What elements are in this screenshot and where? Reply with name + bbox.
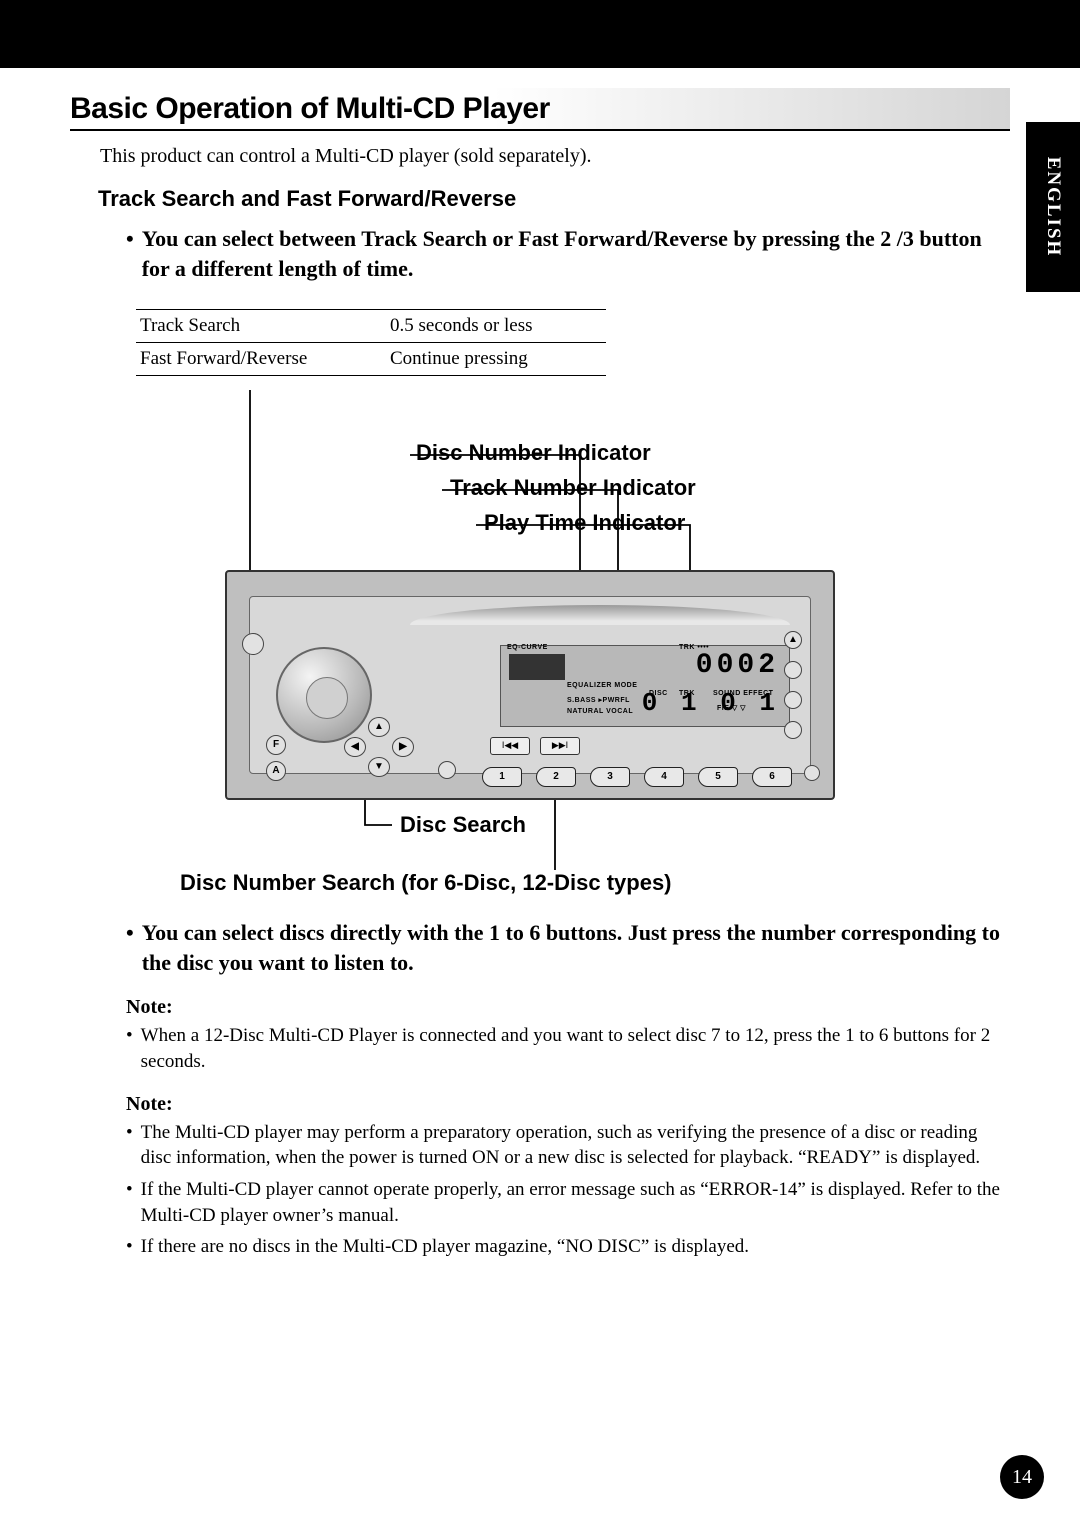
instruction-track-search: • You can select between Track Search or… (126, 224, 1010, 285)
note-text: If the Multi-CD player cannot operate pr… (141, 1177, 1010, 1228)
language-tab-label: ENGLISH (1042, 157, 1064, 258)
prev-track-button: I◀◀ (490, 737, 530, 755)
preset-buttons-row: 1 2 3 4 5 6 (482, 767, 792, 787)
preset-button-5: 5 (698, 767, 738, 787)
preset-button-6: 6 (752, 767, 792, 787)
equalizer-mode-label: EQUALIZER MODE (567, 682, 637, 689)
subheading-track-search: Track Search and Fast Forward/Reverse (98, 186, 1010, 212)
note-label: Note: (126, 996, 1010, 1019)
note-text: When a 12-Disc Multi-CD Player is connec… (141, 1023, 1010, 1074)
note-bullet: • When a 12-Disc Multi-CD Player is conn… (126, 1023, 1010, 1074)
language-tab: ENGLISH (1026, 122, 1080, 292)
aux-button (438, 761, 456, 779)
preset-button-3: 3 (590, 767, 630, 787)
eject-button: ▲ (784, 631, 802, 649)
table-row: Fast Forward/Reverse Continue pressing (136, 342, 606, 375)
device-diagram: Disc Number Indicator Track Number Indic… (160, 390, 920, 900)
lcd-display: EQ-CURVE EQUALIZER MODE S.BASS ▸PWRFL NA… (500, 645, 790, 727)
note-bullet: • If the Multi-CD player cannot operate … (126, 1177, 1010, 1228)
note-text: If there are no discs in the Multi-CD pl… (141, 1234, 749, 1260)
callout-disc-search: Disc Search (400, 812, 526, 838)
page-title: Basic Operation of Multi-CD Player (70, 88, 1010, 131)
preset-button-4: 4 (644, 767, 684, 787)
sbass-label: S.BASS ▸PWRFL (567, 696, 630, 704)
preset-button-2: 2 (536, 767, 576, 787)
a-button: A (266, 761, 286, 781)
right-button-column: ▲ (784, 631, 802, 739)
side-button-1 (784, 661, 802, 679)
table-row: Track Search 0.5 seconds or less (136, 309, 606, 342)
instruction-disc-select-text: You can select discs directly with the 1… (142, 918, 1010, 979)
callout-play-time-indicator: Play Time Indicator (484, 510, 685, 536)
f-button: F (266, 735, 286, 755)
bullet-icon: • (126, 1120, 133, 1171)
callout-disc-number-indicator: Disc Number Indicator (416, 440, 651, 466)
instruction-disc-select: • You can select discs directly with the… (126, 918, 1010, 979)
side-button-3 (784, 721, 802, 739)
table-cell: Track Search (136, 309, 386, 342)
disc-track-readout: 0 1 0 1 (642, 688, 779, 718)
table-cell: 0.5 seconds or less (386, 309, 606, 342)
page-content: Basic Operation of Multi-CD Player This … (0, 68, 1080, 1260)
intro-text: This product can control a Multi-CD play… (100, 145, 1010, 168)
bullet-icon: • (126, 1177, 133, 1228)
note-text: The Multi-CD player may perform a prepar… (141, 1120, 1010, 1171)
side-button-2 (784, 691, 802, 709)
device-faceplate: ▲ ◀ ▶ ▼ F A EQ-CURVE EQUALIZER MODE S.BA… (249, 596, 811, 774)
note-bullet: • If there are no discs in the Multi-CD … (126, 1234, 1010, 1260)
down-button: ▼ (368, 757, 390, 777)
table-cell: Continue pressing (386, 342, 606, 375)
preset-end-button (804, 765, 820, 781)
timing-table: Track Search 0.5 seconds or less Fast Fo… (136, 309, 606, 376)
left-button: ◀ (344, 737, 366, 757)
note-label: Note: (126, 1093, 1010, 1116)
volume-knob (276, 647, 372, 743)
instruction-part-1: You can select between Track Search or F… (142, 226, 881, 251)
next-track-button: ▶▶I (540, 737, 580, 755)
callout-track-number-indicator: Track Number Indicator (450, 475, 696, 501)
up-button: ▲ (368, 717, 390, 737)
device-top-bezel (410, 605, 790, 625)
device-body: ▲ ◀ ▶ ▼ F A EQ-CURVE EQUALIZER MODE S.BA… (225, 570, 835, 800)
eq-curve-label: EQ-CURVE (507, 644, 548, 651)
callout-disc-number-search: Disc Number Search (for 6-Disc, 12-Disc … (180, 870, 672, 896)
eq-curve-block (509, 654, 565, 680)
play-time-readout: 0002 (696, 650, 779, 681)
preset-button-1: 1 (482, 767, 522, 787)
bullet-icon: • (126, 1234, 133, 1260)
seek-buttons: I◀◀ ▶▶I (490, 737, 580, 755)
natural-vocal-label: NATURAL VOCAL (567, 708, 633, 715)
knob-dot (242, 633, 264, 655)
header-black-bar (0, 0, 1080, 68)
instruction-button-ref: 2 /3 (880, 226, 914, 251)
note-bullet: • The Multi-CD player may perform a prep… (126, 1120, 1010, 1171)
table-cell: Fast Forward/Reverse (136, 342, 386, 375)
bullet-icon: • (126, 224, 134, 285)
right-button: ▶ (392, 737, 414, 757)
bullet-icon: • (126, 1023, 133, 1074)
page-number: 14 (1000, 1455, 1044, 1499)
bullet-icon: • (126, 918, 134, 979)
